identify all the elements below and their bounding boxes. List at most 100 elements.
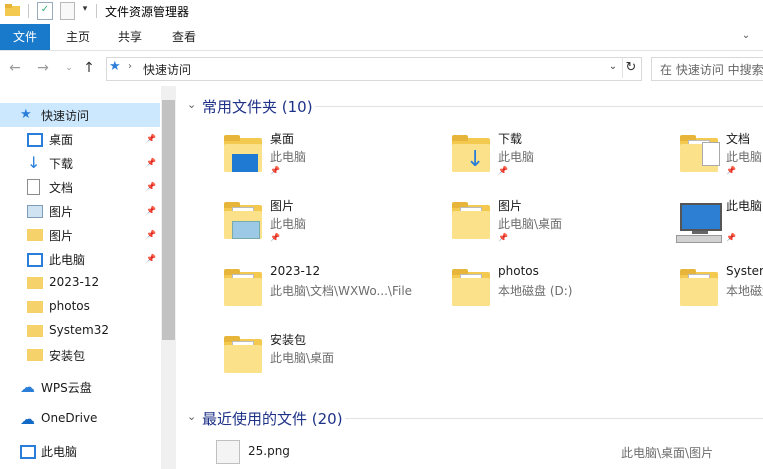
tab-share[interactable]: 共享 <box>107 24 153 50</box>
folder-icon <box>27 229 43 241</box>
chevron-down-icon[interactable]: ⌄ <box>187 411 197 422</box>
sidebar-item-label: 图片 <box>49 205 74 219</box>
picture-icon <box>27 205 43 218</box>
cloud-icon: ☁ <box>20 378 35 396</box>
chevron-right-icon[interactable]: › <box>128 60 138 74</box>
download-folder-icon: ↓ <box>448 130 496 178</box>
picture-folder-icon <box>220 197 268 245</box>
sidebar-item[interactable]: ☁ WPS云盘 <box>0 375 160 399</box>
sidebar-item-label: 文档 <box>49 181 74 195</box>
document-folder-icon <box>676 130 724 178</box>
folder-tile[interactable]: 文档 此电脑 📌 <box>676 130 763 190</box>
folder-location: 此电脑\文档\WXWo...\File <box>270 284 413 298</box>
folder-icon <box>27 349 43 361</box>
folder-icon <box>220 331 268 379</box>
pin-icon: 📌 <box>146 206 156 215</box>
folder-icon <box>676 264 724 312</box>
folder-icon <box>220 264 268 312</box>
folder-location: 本地磁盘 <box>726 284 763 298</box>
file-path: 此电脑\桌面\图片 <box>621 446 714 460</box>
divider <box>345 418 763 419</box>
sidebar-item[interactable]: 桌面 📌 <box>0 127 160 151</box>
sidebar-item[interactable]: ☁ OneDrive <box>0 407 160 431</box>
back-icon[interactable]: ← <box>6 58 24 78</box>
sidebar-item[interactable]: 此电脑 <box>0 439 160 463</box>
folder-name: 图片 <box>270 199 295 213</box>
desktop-folder-icon <box>220 130 268 178</box>
scrollbar-thumb[interactable] <box>162 100 175 340</box>
chevron-down-icon[interactable]: ⌄ <box>187 99 197 110</box>
folder-tile[interactable]: System32 本地磁盘 <box>676 264 763 324</box>
sidebar-item-label: WPS云盘 <box>41 381 92 395</box>
pin-icon: 📌 <box>270 233 280 242</box>
sidebar-item-label: System32 <box>49 323 110 337</box>
sidebar-item[interactable]: 安装包 <box>0 343 160 367</box>
folder-location: 此电脑 <box>270 150 307 164</box>
computer-icon <box>27 253 43 267</box>
tab-file[interactable]: 文件 <box>0 24 50 50</box>
pin-icon: 📌 <box>270 166 280 175</box>
sidebar-item[interactable]: 图片 📌 <box>0 223 160 247</box>
folder-tile[interactable]: 图片 此电脑\桌面 📌 <box>448 197 658 257</box>
address-dropdown-icon[interactable]: ⌄ <box>607 59 619 75</box>
sidebar-item[interactable]: 文档 📌 <box>0 175 160 199</box>
onedrive-icon: ☁ <box>20 410 35 428</box>
folder-name: 下载 <box>498 132 523 146</box>
folder-icon <box>27 325 43 337</box>
sidebar-item-label: 2023-12 <box>49 275 100 289</box>
folder-icon <box>27 277 43 289</box>
pin-icon: 📌 <box>146 158 156 167</box>
folder-icon <box>448 264 496 312</box>
file-name: 25.png <box>248 444 290 458</box>
sidebar-item-label: 快速访问 <box>41 109 90 123</box>
expand-ribbon-icon[interactable]: ⌄ <box>740 30 752 42</box>
folder-tile[interactable]: photos 本地磁盘 (D:) <box>448 264 658 324</box>
folder-location: 此电脑 <box>498 150 535 164</box>
pin-icon: 📌 <box>146 182 156 191</box>
sidebar-item-label: 此电脑 <box>49 253 86 267</box>
folder-tile[interactable]: 此电脑 📌 <box>676 197 763 257</box>
star-icon: ★ <box>109 59 121 74</box>
sidebar-item[interactable]: 此电脑 📌 <box>0 247 160 271</box>
recent-locations-icon[interactable]: ⌄ <box>60 58 78 78</box>
sidebar-item[interactable]: ↓ 下载 📌 <box>0 151 160 175</box>
folder-name: 2023-12 <box>270 264 321 278</box>
folder-tile[interactable]: 2023-12 此电脑\文档\WXWo...\File <box>220 264 430 324</box>
folder-location: 此电脑\桌面 <box>270 351 335 365</box>
folder-tile[interactable]: 图片 此电脑 📌 <box>220 197 430 257</box>
properties-icon[interactable]: ✓ <box>37 2 53 20</box>
sidebar-item-label: 下载 <box>49 157 74 171</box>
up-icon[interactable]: ↑ <box>80 58 98 78</box>
folder-name: 安装包 <box>270 333 307 347</box>
computer-icon <box>676 197 724 245</box>
sidebar-item-label: 此电脑 <box>41 445 78 459</box>
pin-icon: 📌 <box>726 233 736 242</box>
folder-tile[interactable]: 桌面此电脑 📌 <box>220 130 430 190</box>
sidebar-item-label: OneDrive <box>41 411 98 425</box>
sidebar-item[interactable]: ★ 快速访问 <box>0 103 160 127</box>
folder-icon <box>27 301 43 313</box>
folder-location: 此电脑\桌面 <box>498 217 563 231</box>
sidebar-item[interactable]: 图片 📌 <box>0 199 160 223</box>
star-icon: ★ <box>20 107 32 122</box>
tab-home[interactable]: 主页 <box>55 24 101 50</box>
customize-toolbar-icon[interactable]: ▾ <box>80 2 90 16</box>
refresh-icon[interactable]: ↻ <box>622 58 639 78</box>
forward-icon[interactable]: → <box>34 58 52 78</box>
new-folder-icon[interactable] <box>60 2 75 20</box>
tab-view[interactable]: 查看 <box>160 24 208 50</box>
folder-name: photos <box>498 264 539 278</box>
divider <box>96 4 97 18</box>
folder-tile[interactable]: ↓ 下载 此电脑 📌 <box>448 130 658 190</box>
list-item[interactable]: 25.png 此电脑\桌面\图片 <box>210 438 763 464</box>
folder-tile[interactable]: 安装包此电脑\桌面 <box>220 331 430 391</box>
folder-name: System32 <box>726 264 763 278</box>
folder-location: 此电脑 <box>726 150 763 164</box>
sidebar-item[interactable]: 2023-12 <box>0 271 160 295</box>
sidebar-item[interactable]: photos <box>0 295 160 319</box>
folder-name: 桌面 <box>270 132 295 146</box>
breadcrumb[interactable]: 快速访问 <box>143 61 191 78</box>
window-title: 文件资源管理器 <box>105 5 190 19</box>
download-icon: ↓ <box>27 153 41 172</box>
sidebar-item[interactable]: System32 <box>0 319 160 343</box>
